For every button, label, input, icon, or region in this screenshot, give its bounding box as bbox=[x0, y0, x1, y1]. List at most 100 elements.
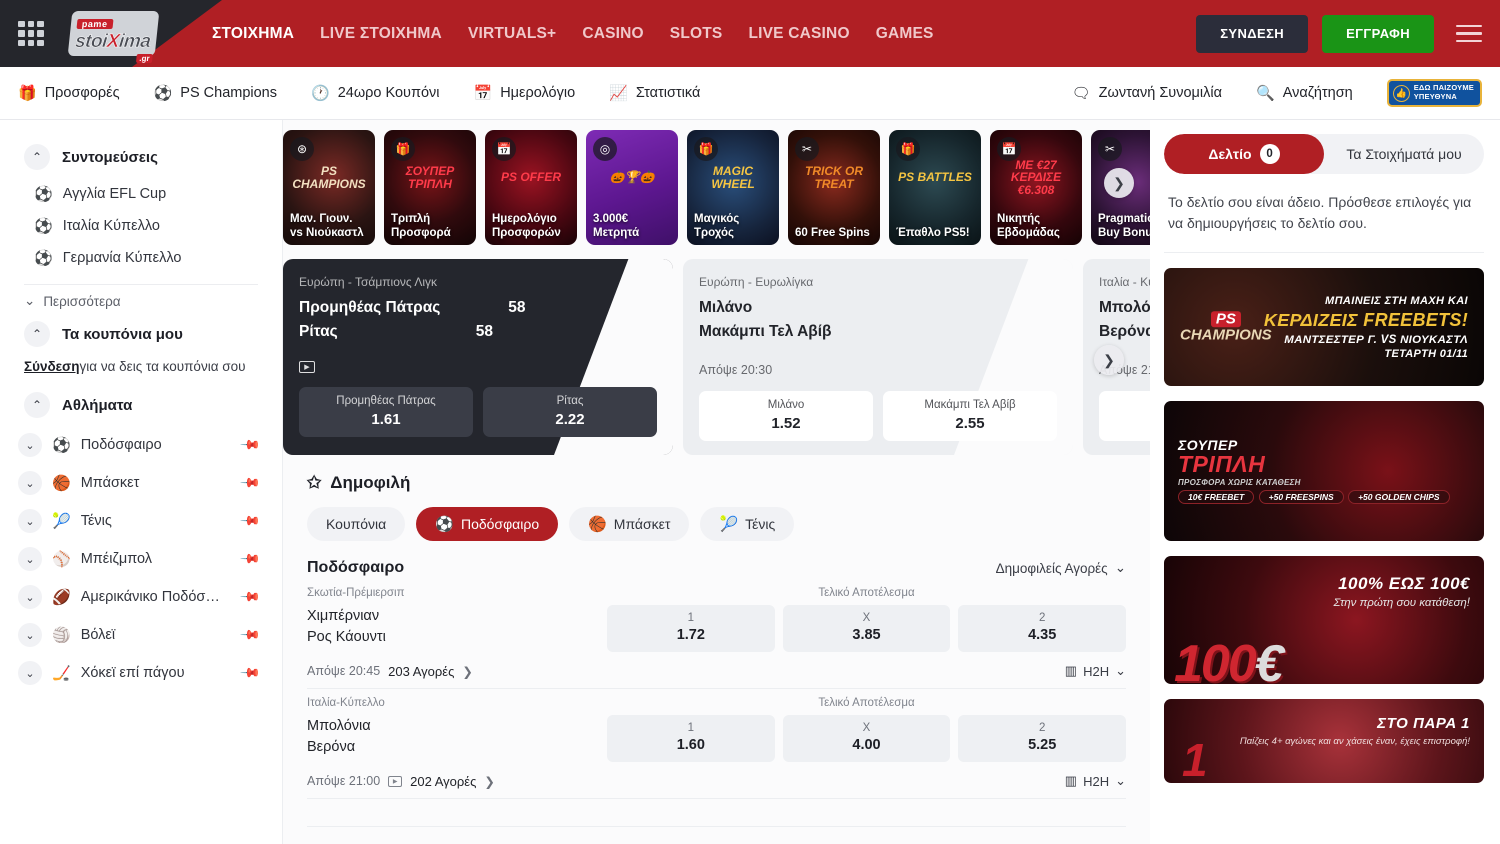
promo-card[interactable]: 📅 PS OFFER Ημερολόγιο Προσφορών bbox=[485, 130, 577, 245]
event-h2h-button[interactable]: ▥ H2H ⌄ bbox=[1065, 663, 1126, 679]
tab-betslip[interactable]: Δελτίο 0 bbox=[1164, 134, 1324, 174]
logo-part-a: stoi bbox=[74, 31, 108, 52]
subnav-item-statistics[interactable]: 📈 Στατιστικά bbox=[609, 85, 700, 101]
sidebar-login-link[interactable]: Σύνδεση bbox=[24, 359, 80, 374]
menu-item-slots[interactable]: SLOTS bbox=[670, 25, 723, 43]
promo-card[interactable]: ◎ 🎃🏆🎃 3.000€ Μετρητά bbox=[586, 130, 678, 245]
sidebar-label-italia-kypello: Ιταλία Κύπελλο bbox=[63, 218, 160, 234]
hamburger-menu-icon[interactable] bbox=[1456, 20, 1482, 48]
sidebar-item-ice-hockey[interactable]: ⌄ 🏒 Χόκεϊ επί πάγου 📌 bbox=[0, 654, 282, 692]
promo-banner-sto-para-1[interactable]: 1 ΣΤΟ ΠΑΡΑ 1 Παίζεις 4+ αγώνες και αν χά… bbox=[1164, 699, 1484, 783]
sidebar-item-football[interactable]: ⌄ ⚽ Ποδόσφαιρο 📌 bbox=[0, 426, 282, 464]
promo-banner-super-tripli[interactable]: ΣΟΥΠΕΡ ΤΡΙΠΛΗ ΠΡΟΣΦΟΡΑ ΧΩΡΙΣ ΚΑΤΑΘΕΣΗ 10… bbox=[1164, 401, 1484, 541]
pin-icon[interactable]: 📌 bbox=[239, 434, 262, 457]
promo-card[interactable]: ✂ TRICK OR TREAT 60 Free Spins bbox=[788, 130, 880, 245]
chevron-down-icon[interactable]: ⌄ bbox=[18, 471, 42, 495]
live-stream-icon[interactable]: ▶ bbox=[299, 361, 315, 373]
pin-icon[interactable]: 📌 bbox=[239, 548, 262, 571]
pin-icon[interactable]: 📌 bbox=[239, 624, 262, 647]
odd-button-1[interactable]: 1 1.60 bbox=[607, 715, 775, 762]
subnav-item-offers[interactable]: 🎁 Προσφορές bbox=[18, 85, 120, 101]
subnav-item-ps-champions[interactable]: ⚽ PS Champions bbox=[154, 85, 277, 101]
chevron-right-icon[interactable]: ❯ bbox=[484, 774, 494, 789]
event-odds-group: 1 1.72 X 3.85 2 4.35 bbox=[607, 605, 1126, 652]
sidebar-item-italia-kypello[interactable]: ⚽ Ιταλία Κύπελλο bbox=[0, 210, 282, 242]
tab-my-bets[interactable]: Τα Στοιχήματά μου bbox=[1324, 134, 1484, 174]
sidebar-section-my-coupons[interactable]: ⌃ Τα κουπόνια μου bbox=[0, 313, 282, 355]
promo-card[interactable]: 🎁 PS BATTLES Έπαθλο PS5! bbox=[889, 130, 981, 245]
promo-banner-ps-champions[interactable]: PS CHAMPIONS ΜΠΑΙΝΕΙΣ ΣΤΗ ΜΑΧΗ ΚΑΙ ΚΕΡΔΙ… bbox=[1164, 268, 1484, 386]
menu-item-casino[interactable]: CASINO bbox=[582, 25, 643, 43]
pin-icon[interactable]: 📌 bbox=[239, 586, 262, 609]
chevron-down-icon[interactable]: ⌄ bbox=[18, 623, 42, 647]
sidebar-item-volleyball[interactable]: ⌄ 🏐 Βόλεϊ 📌 bbox=[0, 616, 282, 654]
sidebar-item-germania-kypello[interactable]: ⚽ Γερμανία Κύπελλο bbox=[0, 242, 282, 274]
sidebar-item-tennis[interactable]: ⌄ 🎾 Τένις 📌 bbox=[0, 502, 282, 540]
subnav-item-calendar[interactable]: 📅 Ημερολόγιο bbox=[474, 85, 576, 101]
sidebar-section-shortcuts[interactable]: ⌃ Συντομεύσεις bbox=[0, 136, 282, 178]
sidebar-section-sports[interactable]: ⌃ Αθλήματα bbox=[0, 384, 282, 426]
sidebar-item-baseball[interactable]: ⌄ ⚾ Μπέιζμπολ 📌 bbox=[0, 540, 282, 578]
menu-item-stoixima[interactable]: ΣΤΟΙΧΗΜΑ bbox=[212, 25, 294, 43]
promo-carousel-next-arrow[interactable]: ❯ bbox=[1104, 168, 1134, 198]
tab-coupons[interactable]: Κουπόνια bbox=[307, 507, 405, 541]
sidebar-more-button[interactable]: ⌄ Περισσότερα bbox=[0, 289, 282, 313]
match-card[interactable]: Ευρώπη - Ευρωλίγκα Μιλάνο Μακάμπι Τελ Αβ… bbox=[683, 259, 1073, 455]
promo-card[interactable]: 📅 ΜΕ €27 ΚΕΡΔΙΣΕ €6.308 Νικητής Εβδομάδα… bbox=[990, 130, 1082, 245]
match-card[interactable]: Ευρώπη - Τσάμπιονς Λιγκ Προμηθέας Πάτρας… bbox=[283, 259, 673, 455]
odd-button[interactable]: Μακάμπι Τελ Αβίβ 2.55 bbox=[883, 391, 1057, 441]
markets-selector[interactable]: Δημοφιλείς Αγορές ⌄ bbox=[996, 560, 1126, 576]
tab-football[interactable]: ⚽ Ποδόσφαιρο bbox=[416, 507, 558, 541]
register-button[interactable]: ΕΓΓΡΑΦΗ bbox=[1322, 15, 1434, 53]
event-h2h-button[interactable]: ▥ H2H ⌄ bbox=[1065, 773, 1126, 789]
odd-button-1[interactable]: 1 1.72 bbox=[607, 605, 775, 652]
menu-item-live-casino[interactable]: LIVE CASINO bbox=[748, 25, 849, 43]
event-markets-count[interactable]: 202 Αγορές bbox=[410, 774, 476, 789]
promo-card[interactable]: ⊛ PS CHAMPIONS Μαν. Γιουν. vs Νιούκαστλ bbox=[283, 130, 375, 245]
chevron-down-icon[interactable]: ⌄ bbox=[18, 433, 42, 457]
menu-item-virtuals[interactable]: VIRTUALS+ bbox=[468, 25, 556, 43]
pin-icon[interactable]: 📌 bbox=[239, 510, 262, 533]
pin-icon[interactable]: 📌 bbox=[239, 662, 262, 685]
odd-button-2[interactable]: 2 4.35 bbox=[958, 605, 1126, 652]
subnav-item-24h-coupon[interactable]: 🕐 24ωρο Κουπόνι bbox=[311, 85, 440, 101]
tab-tennis[interactable]: 🎾 Τένις bbox=[700, 507, 794, 541]
chevron-down-icon[interactable]: ⌄ bbox=[18, 509, 42, 533]
promo-card[interactable]: 🎁 ΣΟΥΠΕΡ ΤΡΙΠΛΗ Τριπλή Προσφορά bbox=[384, 130, 476, 245]
chevron-right-icon[interactable]: ❯ bbox=[462, 664, 472, 679]
chevron-down-icon: ⌄ bbox=[1115, 560, 1126, 576]
pin-icon[interactable]: 📌 bbox=[239, 472, 262, 495]
login-button[interactable]: ΣΥΝΔΕΣΗ bbox=[1196, 15, 1308, 53]
apps-grid-icon[interactable] bbox=[18, 21, 44, 47]
banner-chip-golden: +50 GOLDEN CHIPS bbox=[1348, 490, 1449, 504]
menu-item-games[interactable]: GAMES bbox=[876, 25, 934, 43]
responsible-gaming-badge[interactable]: 👍 ΕΔΩ ΠΑΙΖΟΥΜΕ ΥΠΕΥΘΥΝΑ bbox=[1387, 79, 1482, 106]
odd-button[interactable]: Ρίτας 2.22 bbox=[483, 387, 657, 437]
odd-button[interactable]: Προμηθέας Πάτρας 1.61 bbox=[299, 387, 473, 437]
tab-basketball[interactable]: 🏀 Μπάσκετ bbox=[569, 507, 689, 541]
odd-button-x[interactable]: X 4.00 bbox=[783, 715, 951, 762]
search-button[interactable]: 🔍 Αναζήτηση bbox=[1256, 85, 1353, 101]
search-icon: 🔍 bbox=[1256, 86, 1275, 101]
event-market-title: Τελικό Αποτέλεσμα bbox=[607, 587, 1126, 599]
odd-button[interactable]: 1 1.6 bbox=[1099, 391, 1150, 441]
live-stream-icon[interactable]: ▶ bbox=[388, 776, 402, 787]
chevron-down-icon[interactable]: ⌄ bbox=[18, 585, 42, 609]
menu-item-live-stoixima[interactable]: LIVE ΣΤΟΙΧΗΜΑ bbox=[320, 25, 442, 43]
promo-banner-100-percent[interactable]: 100€ 100% ΕΩΣ 100€ Στην πρώτη σου κατάθε… bbox=[1164, 556, 1484, 684]
sidebar-item-efl-cup[interactable]: ⚽ Αγγλία EFL Cup bbox=[0, 178, 282, 210]
site-logo[interactable]: pame stoiXima .gr bbox=[60, 11, 168, 57]
promo-card[interactable]: 🎁 MAGIC WHEEL Μαγικός Τροχός bbox=[687, 130, 779, 245]
event-teams[interactable]: Σκωτία-Πρέμιερσιπ Χιμπέρνιαν Ρος Κάουντι bbox=[307, 587, 607, 649]
live-chat-button[interactable]: 🗨 Ζωντανή Συνομιλία bbox=[1072, 85, 1222, 101]
odd-button-x[interactable]: X 3.85 bbox=[783, 605, 951, 652]
chevron-down-icon[interactable]: ⌄ bbox=[18, 547, 42, 571]
sidebar-item-basketball[interactable]: ⌄ 🏀 Μπάσκετ 📌 bbox=[0, 464, 282, 502]
event-teams[interactable]: Ιταλία-Κύπελλο Μπολόνια Βερόνα bbox=[307, 697, 607, 759]
event-markets-count[interactable]: 203 Αγορές bbox=[388, 664, 454, 679]
odd-button-2[interactable]: 2 5.25 bbox=[958, 715, 1126, 762]
odd-button[interactable]: Μιλάνο 1.52 bbox=[699, 391, 873, 441]
match-carousel-next-arrow[interactable]: ❯ bbox=[1094, 345, 1124, 375]
chevron-down-icon[interactable]: ⌄ bbox=[18, 661, 42, 685]
sidebar-item-american-football[interactable]: ⌄ 🏈 Αμερικάνικο Ποδόσ… 📌 bbox=[0, 578, 282, 616]
